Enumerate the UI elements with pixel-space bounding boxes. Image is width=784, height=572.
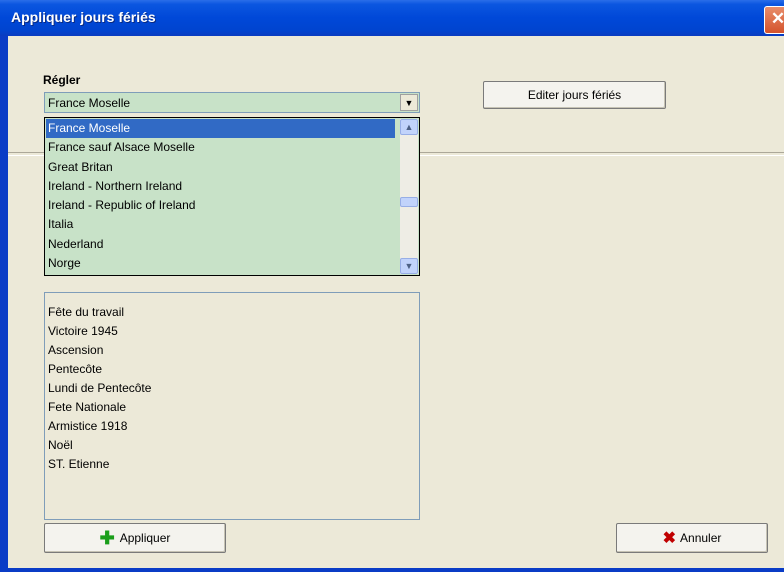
dropdown-item[interactable]: Ireland - Republic of Ireland [46,196,395,215]
cancel-button[interactable]: ✖ Annuler [616,523,768,553]
list-item[interactable]: Noël [48,436,151,455]
holidays-list-items: Fête du travail Victoire 1945 Ascension Pen… [48,303,151,474]
list-item[interactable]: Lundi de Pentecôte [48,379,151,398]
scroll-up-button[interactable]: ▲ [400,119,418,135]
plus-icon: ✚ [99,528,115,548]
scroll-down-button[interactable]: ▼ [400,258,418,274]
title-bar[interactable]: Appliquer jours fériés ✕ [0,0,784,36]
combobox-value: France Moselle [48,96,131,110]
window-title: Appliquer jours fériés [11,9,156,25]
dropdown-item[interactable]: Ireland - Northern Ireland [46,177,395,196]
country-combobox[interactable]: France Moselle ▼ [44,92,420,113]
apply-button[interactable]: ✚ Appliquer [44,523,226,553]
close-button[interactable]: ✕ [764,6,784,34]
list-item[interactable]: ST. Etienne [48,455,151,474]
dropdown-item[interactable]: Italia [46,215,395,234]
cancel-label: Annuler [680,531,722,545]
dropdown-item[interactable]: France sauf Alsace Moselle [46,138,395,157]
dropdown-items: France Moselle France sauf Alsace Moselle… [46,119,395,273]
regler-label: Régler [43,73,81,87]
edit-holidays-button[interactable]: Editer jours fériés [483,81,666,109]
dialog-window: Appliquer jours fériés ✕ Régler France M… [0,0,784,572]
dialog-body: Régler France Moselle ▼ Editer jours fér… [8,36,784,568]
close-icon: ✕ [770,9,784,28]
dropdown-scrollbar[interactable]: ▲ ▼ [400,119,418,274]
apply-label: Appliquer [119,531,171,545]
dropdown-item[interactable]: Norge [46,254,395,273]
combobox-arrow-button[interactable]: ▼ [400,94,418,111]
list-item[interactable]: Fete Nationale [48,398,151,417]
dropdown-item[interactable]: France Moselle [46,119,395,139]
dropdown-item[interactable]: Nederland [46,235,395,254]
chevron-down-icon: ▼ [404,98,414,108]
list-item[interactable]: Ascension [48,341,151,360]
chevron-up-icon: ▲ [404,122,414,132]
list-item[interactable]: Armistice 1918 [48,417,151,436]
list-item[interactable]: Pentecôte [48,360,151,379]
dropdown-item[interactable]: Great Britan [46,158,395,177]
chevron-down-icon: ▼ [404,261,414,271]
list-item[interactable]: Fête du travail [48,303,151,322]
list-item[interactable]: Victoire 1945 [48,322,151,341]
x-icon: ✖ [662,530,677,547]
scroll-thumb[interactable] [400,197,418,207]
country-dropdown-list[interactable]: France Moselle France sauf Alsace Moselle… [44,117,420,276]
holidays-list[interactable]: Fête du travail Victoire 1945 Ascension Pen… [44,292,420,520]
